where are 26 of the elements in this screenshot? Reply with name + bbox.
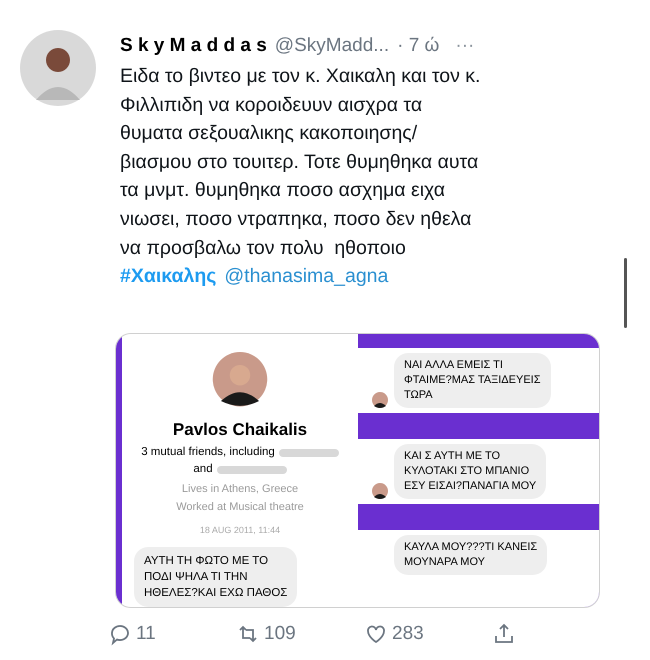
retweet-button[interactable]: 109	[236, 620, 364, 648]
blurred-name	[216, 466, 287, 474]
speech-bubble-icon	[108, 622, 132, 646]
blurred-name	[278, 448, 339, 457]
profile-location: Lives in Athens, Greece	[182, 482, 298, 496]
tweet-time: · 7 ώ	[397, 34, 440, 58]
tweet-text: Ειδα το βιντεο με τον κ. Χαικαλη και τον κ. Φιλλιπιδη να κοροιδευυν αισχρα τα θυματα σεξουαλικης κακοποιησης/ βιασμου στο τουιτερ. Τοτε θυμηθηκα αυτα τα μνμτ. θυμηθηκα ποσο ασχημα ειχα νιωσει, ποσο ντραπηκα, ποσο δεν ηθελα να προσβαλω τον πολυ ηθοποιο	[120, 64, 482, 261]
avatar[interactable]	[20, 30, 96, 106]
message-bubble: ΑΥΤΗ ΤΗ ΦΩΤΟ ΜΕ ΤΟ ΠΟΔΙ ΨΗΛΑ ΤΙ ΤΗΝ ΗΘΕΛΕΣ?ΚΑΙ ΕΧΩ ΠΑΘΟΣ	[134, 547, 298, 607]
attached-screenshot[interactable]	[115, 333, 600, 608]
message-bubble: ΚΑΙ Σ ΑΥΤΗ ΜΕ ΤΟ ΚΥΛΟΤΑΚΙ ΣΤΟ ΜΠΑΝΙΟ ΕΣΥ ΕΙΣΑΙ?ΠΑΝΑΓΙΑ ΜΟΥ	[394, 444, 546, 499]
mutual-friends-text: and	[193, 462, 213, 478]
message-bubble: ΝΑΙ ΑΛΛΑ ΕΜΕΙΣ ΤΙ ΦΤΑΙΜΕ?ΜΑΣ ΤΑΞΙΔΕΥΕΙΣ ΤΩΡΑ	[394, 353, 551, 408]
more-button[interactable]: ···	[455, 34, 474, 58]
scrollbar[interactable]	[624, 258, 627, 328]
display-name[interactable]: S k y M a d d a s	[120, 34, 267, 58]
message-date: 18 AUG 2011, 11:44	[200, 524, 280, 536]
like-button[interactable]: 283	[364, 620, 492, 648]
message-bubble: ΚΑΥΛΑ ΜΟΥ???ΤΙ ΚΑΝΕΙΣ ΜΟΥΝΑΡΑ ΜΟΥ	[394, 535, 548, 575]
profile-name: Pavlos Chaikalis	[172, 418, 308, 440]
user-handle: @SkyMadd...	[274, 34, 390, 58]
reply-button[interactable]: 11	[108, 620, 236, 648]
mutual-friends-text: 3 mutual friends, including	[141, 445, 275, 460]
mention-link[interactable]: @thanasima_agna	[224, 262, 388, 290]
profile-work: Worked at Musical theatre	[176, 500, 304, 515]
hashtag-link[interactable]: #Χαικαλης	[120, 262, 216, 290]
